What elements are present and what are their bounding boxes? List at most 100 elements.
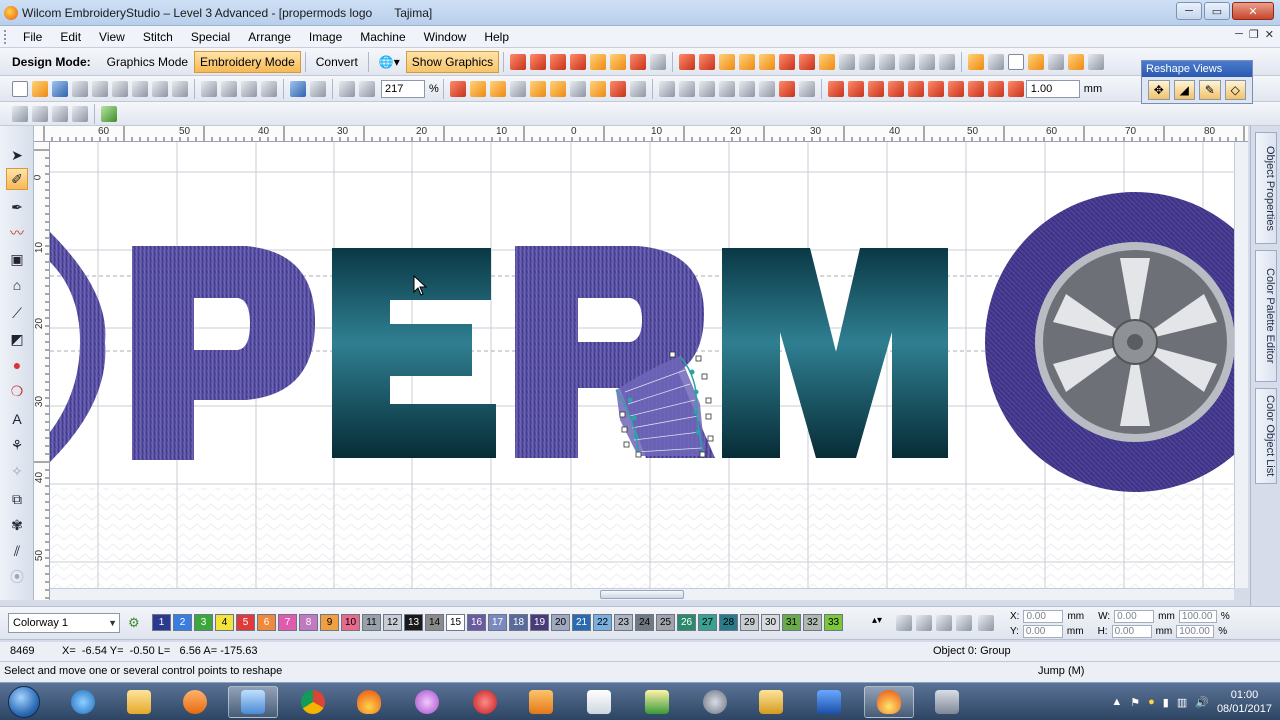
stitch-list-icon[interactable] [32, 105, 48, 122]
color-swatch[interactable]: 13 [404, 614, 423, 631]
folder-taskbar-icon[interactable] [746, 686, 796, 718]
color-swatch[interactable]: 26 [677, 614, 696, 631]
globe-dropdown-icon[interactable]: 🌐▾ [373, 51, 406, 73]
reshape-angle-icon[interactable]: ◇ [1224, 80, 1246, 100]
frame-icon[interactable]: ▣ [6, 248, 28, 270]
ungroup-icon[interactable] [718, 80, 735, 97]
stitch-show-icon[interactable] [12, 105, 28, 122]
car-app-taskbar-icon[interactable] [922, 686, 972, 718]
oval-icon[interactable] [489, 80, 506, 97]
letter-o-partial[interactable] [50, 232, 106, 462]
redo-icon[interactable] [310, 80, 326, 97]
reshape-curve-icon[interactable]: ◢ [1173, 80, 1195, 100]
tatami-icon[interactable] [570, 53, 587, 70]
maximize-button[interactable]: ▭ [1204, 2, 1230, 20]
group-icon[interactable] [698, 80, 715, 97]
color-swatch[interactable]: 10 [341, 614, 360, 631]
motif-icon[interactable] [630, 53, 647, 70]
machine-icon[interactable] [101, 105, 117, 122]
menu-stitch[interactable]: Stitch [134, 30, 182, 44]
paste-icon[interactable] [241, 80, 257, 97]
carving-icon[interactable] [819, 53, 836, 70]
trapunto-icon[interactable] [799, 53, 816, 70]
color-swatch[interactable]: 11 [362, 614, 381, 631]
color-swatch[interactable]: 28 [719, 614, 738, 631]
color-film-icon[interactable] [778, 80, 795, 97]
color-remove-icon[interactable] [916, 615, 932, 631]
backstitch-icon[interactable] [699, 53, 716, 70]
filter-icon[interactable] [1048, 53, 1065, 70]
doc-close-icon[interactable]: ✕ [1265, 28, 1274, 41]
zoom-icon[interactable] [339, 80, 355, 97]
shape-icon[interactable] [509, 80, 526, 97]
cut-icon[interactable] [201, 80, 217, 97]
red-app-taskbar-icon[interactable] [460, 686, 510, 718]
letter-p[interactable] [132, 246, 315, 460]
clock[interactable]: 01:00 08/01/2017 [1217, 688, 1272, 716]
color-swatch[interactable]: 31 [782, 614, 801, 631]
blue-window-taskbar-icon[interactable] [804, 686, 854, 718]
camera-taskbar-icon[interactable] [690, 686, 740, 718]
split-icon[interactable] [927, 80, 944, 97]
color-swatch[interactable]: 25 [656, 614, 675, 631]
horizontal-scroll-thumb[interactable] [600, 590, 684, 599]
spiral-icon[interactable]: ❍ [6, 380, 28, 402]
sparkle-icon[interactable]: ✧ [6, 460, 28, 482]
radial-icon[interactable] [610, 53, 627, 70]
menu-arrange[interactable]: Arrange [239, 30, 300, 44]
horizontal-scrollbar[interactable] [50, 588, 1234, 600]
star-fill-icon[interactable] [759, 53, 776, 70]
orange-app-taskbar-icon[interactable] [516, 686, 566, 718]
design-info-icon[interactable] [152, 80, 168, 97]
battery-icon[interactable]: ▮ [1163, 696, 1169, 709]
satin-icon[interactable] [550, 53, 567, 70]
stitch-icon[interactable] [469, 80, 486, 97]
stitch-angle-icon[interactable] [859, 53, 876, 70]
color-sort-icon[interactable] [978, 615, 994, 631]
outline-offset-icon[interactable] [987, 80, 1004, 97]
applique-icon[interactable]: ◩ [6, 328, 28, 350]
print-preview-icon[interactable] [132, 80, 148, 97]
design-canvas[interactable] [50, 142, 1234, 588]
outline-icon[interactable] [679, 53, 696, 70]
save-icon[interactable] [52, 80, 68, 97]
color-swatch[interactable]: 16 [467, 614, 486, 631]
start-button[interactable] [8, 686, 40, 718]
color-swatch[interactable]: 1 [152, 614, 171, 631]
import-icon[interactable] [72, 80, 88, 97]
weld-icon[interactable] [827, 80, 844, 97]
color-swatch[interactable]: 23 [614, 614, 633, 631]
menu-image[interactable]: Image [300, 30, 351, 44]
color-swatch[interactable]: 5 [236, 614, 255, 631]
trim-shape-icon[interactable] [847, 80, 864, 97]
menu-view[interactable]: View [90, 30, 134, 44]
break-apart-icon[interactable] [609, 80, 626, 97]
duplicate-icon[interactable] [261, 80, 277, 97]
media-player-taskbar-icon[interactable] [170, 686, 220, 718]
minimize-button[interactable]: ─ [1176, 2, 1202, 20]
colorway-select[interactable]: Colorway 1 ▼ [8, 613, 120, 633]
tab-color-object-list[interactable]: Color Object List [1255, 388, 1277, 484]
w-field[interactable]: 0.00 [1114, 610, 1155, 623]
color-swatch[interactable]: 4 [215, 614, 234, 631]
wilcom-app-icon[interactable] [4, 5, 18, 20]
lettering-icon[interactable]: A [6, 408, 28, 430]
color-swatch[interactable]: 8 [299, 614, 318, 631]
zoom-input[interactable]: 217 [381, 79, 425, 98]
complex-fill-icon[interactable]: ⌂ [6, 274, 28, 296]
menu-special[interactable]: Special [182, 30, 239, 44]
wilcom-active-taskbar-icon[interactable] [864, 686, 914, 718]
w-percent-field[interactable]: 100.00 [1178, 610, 1217, 623]
color-swatch[interactable]: 3 [194, 614, 213, 631]
remove-overlaps-icon[interactable] [907, 80, 924, 97]
hoop-icon[interactable] [968, 53, 985, 70]
zoom-out-icon[interactable] [359, 80, 375, 97]
swatch-scroll-icon[interactable]: ▴▾ [872, 615, 882, 626]
pattern-icon[interactable] [879, 53, 896, 70]
chrome-taskbar-icon[interactable] [288, 686, 338, 718]
net-fill-icon[interactable] [719, 53, 736, 70]
smart-icon[interactable] [939, 53, 956, 70]
color-swatch[interactable]: 17 [488, 614, 507, 631]
color-swatch[interactable]: 29 [740, 614, 759, 631]
fill-stitch-icon[interactable] [530, 53, 547, 70]
